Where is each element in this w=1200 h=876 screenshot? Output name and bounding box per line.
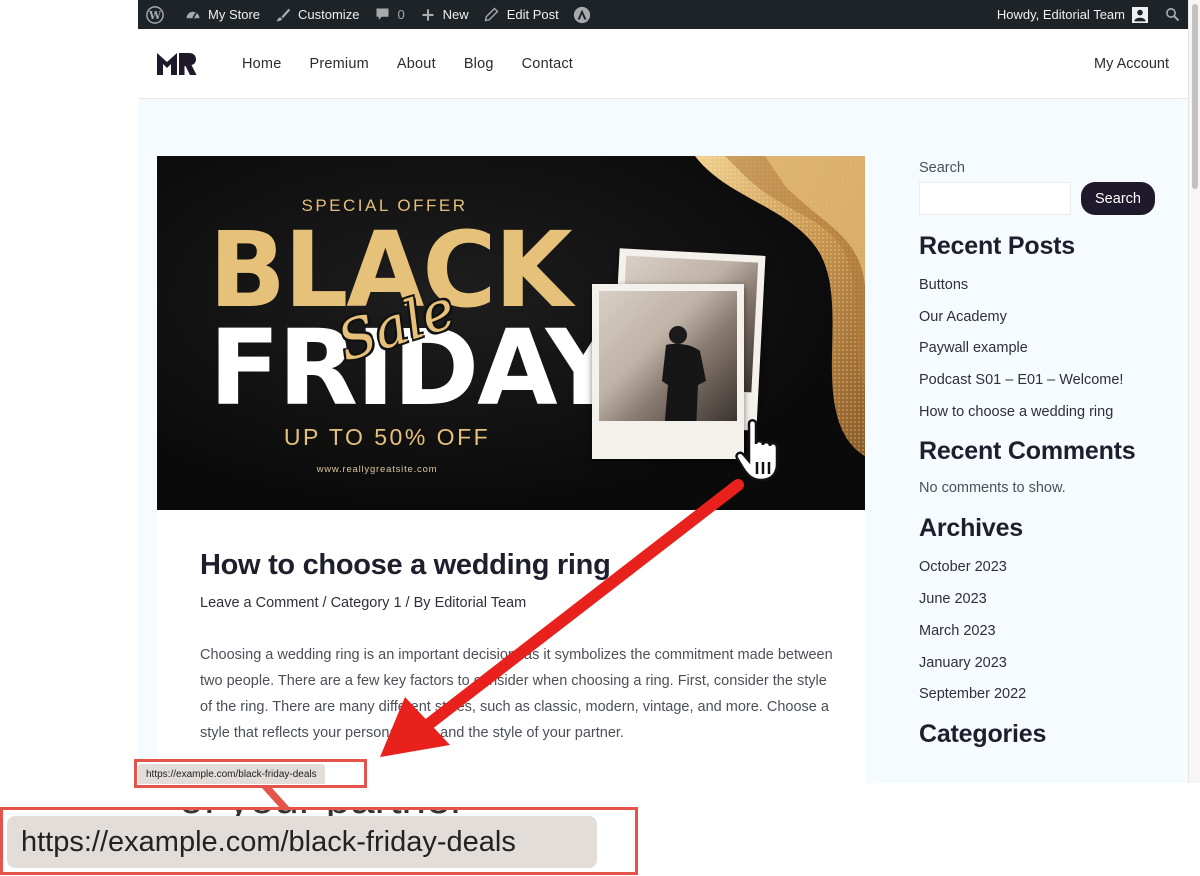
author-link[interactable]: Editorial Team bbox=[435, 595, 527, 611]
astra-logo-icon bbox=[573, 6, 591, 24]
admin-bar-astra[interactable] bbox=[566, 0, 604, 29]
archives-list: October 2023 June 2023 March 2023 Januar… bbox=[919, 557, 1179, 715]
magnified-url-callout: of your partner https://example.com/blac… bbox=[0, 807, 638, 875]
person-silhouette-icon bbox=[662, 326, 706, 421]
paintbrush-icon bbox=[274, 6, 292, 24]
admin-bar-new[interactable]: New bbox=[412, 0, 476, 29]
archive-item[interactable]: June 2023 bbox=[919, 589, 1179, 621]
archives-heading: Archives bbox=[919, 514, 1024, 543]
admin-bar-search[interactable] bbox=[1156, 0, 1188, 29]
recent-posts-list: Buttons Our Academy Paywall example Podc… bbox=[919, 275, 1179, 433]
dashboard-gauge-icon bbox=[184, 6, 202, 24]
browser-viewport: W My Store Customize 0 New Edit Post How… bbox=[138, 0, 1188, 783]
magnified-status-url: https://example.com/black-friday-deals bbox=[7, 816, 597, 868]
archive-item[interactable]: October 2023 bbox=[919, 557, 1179, 589]
nav-blog[interactable]: Blog bbox=[464, 56, 494, 72]
search-widget: Search bbox=[919, 182, 1179, 215]
no-comments-text: No comments to show. bbox=[919, 480, 1066, 497]
leave-comment-link[interactable]: Leave a Comment bbox=[200, 595, 318, 611]
meta-separator: / bbox=[318, 595, 331, 611]
polaroid-front bbox=[592, 284, 744, 459]
my-account-link[interactable]: My Account bbox=[1094, 29, 1169, 99]
recent-post-item[interactable]: Our Academy bbox=[919, 307, 1179, 339]
archive-item[interactable]: March 2023 bbox=[919, 621, 1179, 653]
search-widget-label: Search bbox=[919, 160, 965, 176]
admin-bar-new-label: New bbox=[442, 7, 469, 22]
admin-bar-my-store[interactable]: My Store bbox=[177, 0, 267, 29]
site-header: Home Premium About Blog Contact My Accou… bbox=[138, 29, 1188, 99]
wp-admin-bar: W My Store Customize 0 New Edit Post How… bbox=[138, 0, 1188, 29]
status-url-highlight-box bbox=[134, 759, 367, 788]
recent-posts-heading: Recent Posts bbox=[919, 232, 1075, 260]
plus-icon bbox=[419, 6, 437, 24]
post-excerpt: Choosing a wedding ring is an important … bbox=[200, 647, 833, 741]
vertical-scrollbar[interactable] bbox=[1188, 0, 1200, 783]
post-meta: Leave a Comment / Category 1 / By Editor… bbox=[200, 595, 526, 611]
sidebar: Search Search Recent Posts Buttons Our A… bbox=[919, 160, 1179, 763]
author-prefix: By bbox=[413, 595, 431, 611]
howdy-greeting: Howdy, Editorial Team bbox=[996, 7, 1125, 22]
search-icon bbox=[1163, 6, 1181, 24]
mr-logo-icon bbox=[157, 53, 197, 75]
post-article: SPECIAL OFFER BLACK FRIDAY Sale UP TO 50… bbox=[157, 156, 865, 783]
nav-about[interactable]: About bbox=[397, 56, 436, 72]
admin-bar-account[interactable]: Howdy, Editorial Team bbox=[990, 0, 1156, 29]
site-logo[interactable] bbox=[157, 53, 197, 75]
primary-nav: Home Premium About Blog Contact bbox=[242, 29, 601, 99]
model-photo bbox=[599, 291, 737, 421]
comment-count: 0 bbox=[397, 7, 405, 22]
user-avatar-icon bbox=[1131, 6, 1149, 24]
category-link[interactable]: Category 1 bbox=[331, 595, 402, 611]
admin-bar-customize-label: Customize bbox=[298, 7, 360, 22]
banner-discount: UP TO 50% OFF bbox=[283, 424, 491, 450]
svg-text:W: W bbox=[148, 9, 162, 22]
nav-home[interactable]: Home bbox=[242, 56, 281, 72]
admin-bar-edit-post[interactable]: Edit Post bbox=[476, 0, 566, 29]
sidebar-search-button[interactable]: Search bbox=[1081, 182, 1155, 215]
archive-item[interactable]: September 2022 bbox=[919, 684, 1179, 716]
post-title[interactable]: How to choose a wedding ring bbox=[200, 549, 611, 582]
recent-post-item[interactable]: Paywall example bbox=[919, 338, 1179, 370]
recent-post-item[interactable]: How to choose a wedding ring bbox=[919, 402, 1179, 434]
categories-heading: Categories bbox=[919, 719, 1047, 748]
recent-comments-heading: Recent Comments bbox=[919, 437, 1136, 466]
archive-item[interactable]: January 2023 bbox=[919, 653, 1179, 685]
admin-bar-customize[interactable]: Customize bbox=[267, 0, 366, 29]
featured-image-banner[interactable]: SPECIAL OFFER BLACK FRIDAY Sale UP TO 50… bbox=[157, 156, 865, 510]
recent-post-item[interactable]: Buttons bbox=[919, 275, 1179, 307]
recent-post-item[interactable]: Podcast S01 – E01 – Welcome! bbox=[919, 370, 1179, 402]
nav-contact[interactable]: Contact bbox=[522, 56, 573, 72]
banner-website: www.reallygreatsite.com bbox=[316, 464, 438, 475]
admin-bar-comments[interactable]: 0 bbox=[366, 0, 411, 29]
meta-separator: / bbox=[401, 595, 414, 611]
nav-premium[interactable]: Premium bbox=[309, 56, 368, 72]
pencil-icon bbox=[483, 6, 501, 24]
admin-bar-wordpress[interactable]: W bbox=[138, 0, 177, 29]
scrollbar-thumb[interactable] bbox=[1192, 4, 1198, 189]
admin-bar-my-store-label: My Store bbox=[208, 7, 261, 22]
comment-bubble-icon bbox=[373, 6, 391, 24]
admin-bar-edit-post-label: Edit Post bbox=[506, 7, 559, 22]
wordpress-logo-icon: W bbox=[146, 5, 164, 24]
sidebar-search-input[interactable] bbox=[919, 182, 1071, 215]
pointer-hand-cursor-icon bbox=[735, 419, 779, 482]
